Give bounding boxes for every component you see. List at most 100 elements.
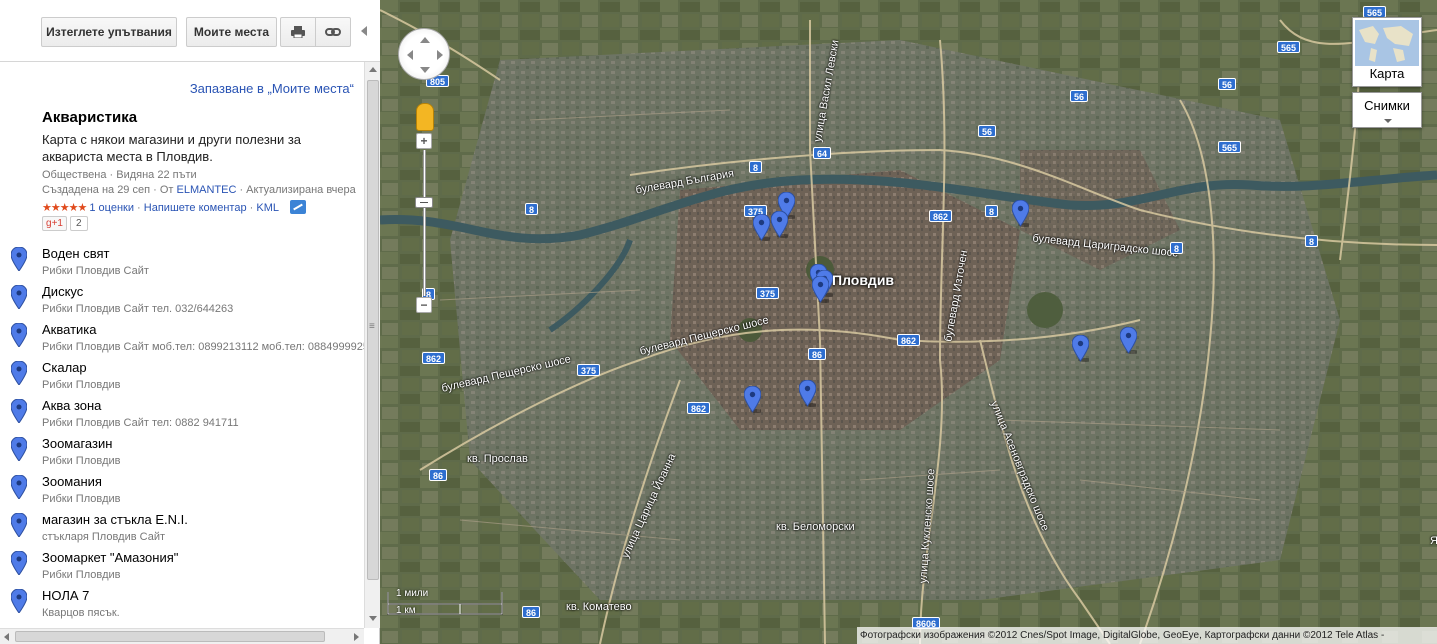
my-places-button[interactable]: Моите места: [186, 17, 277, 47]
zoom-slider-handle[interactable]: [415, 197, 433, 208]
route-shield: 56: [1070, 90, 1089, 102]
map-place-marker-icon[interactable]: [811, 275, 832, 303]
rating-count-link[interactable]: 1 оценки: [89, 202, 134, 214]
zoom-out-button[interactable]: −: [416, 297, 432, 313]
map-visibility-views: Обществена · Видяна 22 пъти: [42, 169, 197, 181]
place-marker-icon[interactable]: [10, 246, 28, 272]
place-list-item[interactable]: Воден свят Рибки Пловдив Сайт: [0, 245, 364, 283]
place-description: Рибки Пловдив Сайт тел: 0882 941711: [42, 417, 239, 429]
district-label-proslav: кв. Прослав: [467, 453, 528, 465]
write-comment-link[interactable]: Напишете коментар: [144, 202, 247, 214]
pegman-streetview-icon[interactable]: [416, 103, 434, 131]
place-marker-icon[interactable]: [10, 588, 28, 614]
place-description: стъкларя Пловдив Сайт: [42, 531, 166, 543]
place-description: Рибки Пловдив: [42, 569, 121, 581]
map-type-satellite-button[interactable]: Снимки: [1352, 92, 1422, 128]
route-shield: 375: [577, 364, 601, 376]
route-shield: 565: [1218, 141, 1242, 153]
map-type-map-button[interactable]: Карта: [1352, 17, 1422, 87]
place-name-link[interactable]: Дискус: [42, 284, 83, 299]
place-name-link[interactable]: Скалар: [42, 360, 87, 375]
route-shield: 862: [422, 352, 446, 364]
place-name-link[interactable]: Зоомагазин: [42, 436, 112, 451]
place-list-item[interactable]: Аква зона Рибки Пловдив Сайт тел: 0882 94…: [0, 397, 364, 435]
map-title: Аквaристика: [42, 109, 138, 126]
place-marker-icon[interactable]: [10, 360, 28, 386]
route-shield: 8: [1305, 235, 1319, 247]
place-name-link[interactable]: Аква зона: [42, 398, 101, 413]
place-marker-icon[interactable]: [10, 436, 28, 462]
place-list-item[interactable]: Дискус Рибки Пловдив Сайт тел. 032/644263: [0, 283, 364, 321]
place-name-link[interactable]: НОЛА 7: [42, 588, 89, 603]
google-earth-icon[interactable]: [289, 200, 306, 214]
author-link[interactable]: ELMANTEC: [176, 184, 236, 196]
print-button[interactable]: [280, 17, 316, 47]
scroll-down-arrow-icon[interactable]: [369, 616, 377, 621]
map-edge-label: Я: [1430, 535, 1437, 547]
place-name-link[interactable]: магазин за стъкла E.N.I.: [42, 512, 188, 527]
save-to-my-places-link[interactable]: Запазване в „Моите места“: [190, 81, 354, 96]
map-place-marker-icon[interactable]: [1011, 199, 1032, 227]
place-marker-icon[interactable]: [10, 284, 28, 310]
scroll-right-arrow-icon[interactable]: [354, 633, 359, 641]
route-shield: 86: [808, 348, 827, 360]
collapse-panel-arrow-icon[interactable]: [361, 26, 367, 36]
pan-control[interactable]: [398, 28, 450, 80]
place-description: Рибки Пловдив Сайт: [42, 265, 149, 277]
place-list-item[interactable]: Скалар Рибки Пловдив: [0, 359, 364, 397]
rating-stars-icon[interactable]: ★★★★★: [42, 202, 87, 214]
route-shield: 86: [522, 606, 541, 618]
route-shield: 8: [525, 203, 539, 215]
vertical-scrollbar[interactable]: [364, 62, 380, 628]
place-name-link[interactable]: Акватика: [42, 322, 96, 337]
map-created-info: Създадена на 29 сеп · От ELMANTEC · Акту…: [42, 184, 356, 196]
place-marker-icon[interactable]: [10, 512, 28, 538]
dropdown-arrow-icon[interactable]: [1384, 119, 1392, 123]
map-place-marker-icon[interactable]: [743, 385, 764, 413]
rating-row: ★★★★★ 1 оценки · Напишете коментар · KML: [42, 200, 306, 214]
place-marker-icon[interactable]: [10, 550, 28, 576]
place-list-item[interactable]: НОЛА 7 Кварцов пясък.: [0, 587, 364, 625]
route-shield: 565: [1277, 41, 1301, 53]
place-marker-icon[interactable]: [10, 398, 28, 424]
place-marker-icon[interactable]: [10, 322, 28, 348]
gplus-button[interactable]: g+1: [42, 216, 67, 231]
satellite-map[interactable]: булевард България булевард Пещерско шосе…: [380, 0, 1437, 644]
updated-text: · Актуализирана вчера: [236, 184, 356, 196]
map-type-map-label: Карта: [1369, 66, 1405, 81]
link-button[interactable]: [315, 17, 351, 47]
place-description: Рибки Пловдив: [42, 493, 121, 505]
district-label-komatevo: кв. Коматево: [566, 601, 632, 613]
horizontal-scrollbar[interactable]: [0, 628, 364, 644]
map-place-marker-icon[interactable]: [1071, 334, 1092, 362]
get-directions-button[interactable]: Изтеглете упътвания: [41, 17, 177, 47]
place-list-item[interactable]: Зоомания Рибки Пловдив: [0, 473, 364, 511]
scroll-up-arrow-icon[interactable]: [369, 67, 377, 72]
map-place-marker-icon[interactable]: [752, 213, 773, 241]
place-list-item[interactable]: Зоомаркет "Амазония" Рибки Пловдив: [0, 549, 364, 587]
zoom-in-button[interactable]: +: [416, 133, 432, 149]
place-name-link[interactable]: Воден свят: [42, 246, 109, 261]
route-shield: 862: [687, 402, 711, 414]
horizontal-scroll-thumb[interactable]: [15, 631, 325, 642]
place-name-link[interactable]: Зоомания: [42, 474, 102, 489]
map-place-marker-icon[interactable]: [770, 210, 791, 238]
place-list-item[interactable]: Акватика Рибки Пловдив Сайт моб.тел: 0899…: [0, 321, 364, 359]
world-map-thumbnail-icon: [1355, 20, 1419, 66]
vertical-scroll-thumb[interactable]: [367, 80, 379, 580]
zoom-slider-track[interactable]: [423, 150, 426, 296]
kml-link[interactable]: KML: [256, 202, 278, 214]
place-list-item[interactable]: Зоомагазин Рибки Пловдив: [0, 435, 364, 473]
place-list-item[interactable]: магазин за стъкла E.N.I. стъкларя Пловдив…: [0, 511, 364, 549]
place-description: Рибки Пловдив Сайт тел. 032/644263: [42, 303, 234, 315]
scroll-left-arrow-icon[interactable]: [4, 633, 9, 641]
place-description: Рибки Пловдив Сайт моб.тел: 0899213112 м…: [42, 341, 364, 353]
gplus-count: 2: [69, 216, 88, 231]
map-place-marker-icon[interactable]: [798, 379, 819, 407]
place-marker-icon[interactable]: [10, 474, 28, 500]
panel-toolbar: Изтеглете упътвания Моите места: [0, 0, 380, 62]
pan-arrows-icon: [407, 37, 443, 73]
map-place-marker-icon[interactable]: [1119, 326, 1140, 354]
map-attribution: Фотографски изображения ©2012 Cnes/Spot …: [857, 627, 1437, 644]
place-name-link[interactable]: Зоомаркет "Амазония": [42, 550, 178, 565]
